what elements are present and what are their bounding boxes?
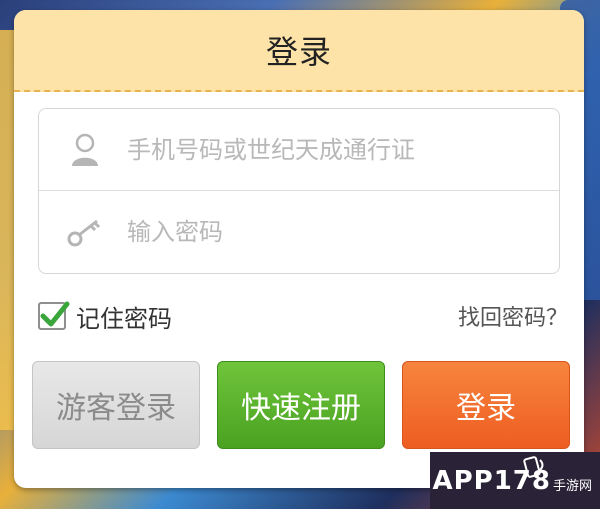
- phone-icon: [518, 456, 548, 482]
- password-field[interactable]: [39, 191, 559, 273]
- dialog-header: 登录: [14, 10, 584, 92]
- forgot-password-link[interactable]: 找回密码？: [458, 300, 568, 332]
- login-button[interactable]: 登录: [402, 361, 570, 449]
- account-input[interactable]: [127, 135, 527, 164]
- remember-checkbox[interactable]: [38, 301, 70, 330]
- quick-register-button[interactable]: 快速注册: [217, 361, 385, 449]
- password-input[interactable]: [127, 218, 527, 246]
- guest-login-button[interactable]: 游客登录: [32, 361, 200, 449]
- watermark-sub: 手游网: [552, 479, 592, 494]
- login-dialog: 登录 手机号码或世纪天成通行证 记住密码 找回密码？ 游客登录 快速注册 登录: [14, 10, 584, 488]
- remember-password-toggle[interactable]: 记住密码: [38, 299, 172, 334]
- dialog-title: 登录: [265, 33, 332, 71]
- watermark-logo: APP178 手游网: [430, 452, 600, 509]
- login-form: [38, 108, 560, 274]
- account-field[interactable]: [39, 109, 559, 191]
- action-buttons: 游客登录 快速注册 登录: [32, 361, 570, 451]
- checkmark-icon: [40, 301, 70, 327]
- user-icon: [65, 130, 105, 170]
- options-row: 记住密码 找回密码？: [38, 296, 568, 336]
- key-icon: [65, 212, 105, 252]
- remember-label: 记住密码: [76, 304, 172, 333]
